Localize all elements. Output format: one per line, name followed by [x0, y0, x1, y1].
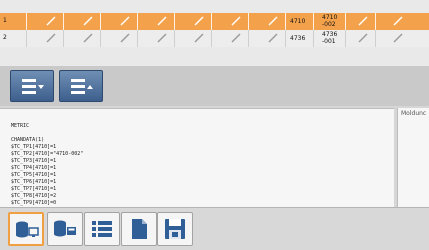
pencil-icon — [231, 16, 241, 26]
table-cell[interactable] — [27, 30, 64, 47]
side-panel: Moldunc — [397, 108, 429, 207]
table-cell[interactable] — [101, 30, 138, 47]
table-cell[interactable] — [175, 30, 212, 47]
table-cell[interactable] — [249, 13, 286, 30]
pencil-icon — [194, 16, 204, 26]
database-card-button[interactable] — [47, 212, 83, 246]
pencil-icon — [46, 16, 56, 26]
table-cell-value[interactable]: 4736 -001 — [314, 30, 346, 47]
table-cell[interactable] — [346, 30, 376, 47]
code-line: $TC_TP1[4710]=1 — [11, 144, 57, 150]
table-cell[interactable] — [64, 13, 101, 30]
row-index: 1 — [0, 13, 27, 30]
database-monitor-button[interactable] — [8, 212, 44, 246]
row-index: 2 — [0, 30, 27, 47]
pencil-icon — [268, 16, 278, 26]
table-cell[interactable] — [249, 30, 286, 47]
table-row[interactable]: 2 4736 4736 -001 — [0, 30, 429, 47]
pencil-icon — [231, 33, 241, 43]
list-dropdown-icon — [22, 79, 44, 94]
table-cell[interactable] — [138, 13, 175, 30]
pencil-icon — [46, 33, 56, 43]
code-line: CHANDATA(1) — [11, 137, 45, 143]
code-line: $TC_TP5[4710]=1 — [11, 172, 57, 178]
table-cell[interactable] — [376, 30, 410, 47]
pencil-icon — [358, 33, 368, 43]
save-button[interactable] — [157, 212, 193, 246]
pencil-icon — [157, 16, 167, 26]
save-disk-icon — [165, 219, 185, 239]
table-cell[interactable] — [64, 30, 101, 47]
document-icon — [132, 219, 147, 239]
code-line: $TC_TP3[4710]=1 — [11, 158, 57, 164]
pencil-icon — [393, 33, 403, 43]
code-line: $TC_TP8[4710]=2 — [11, 193, 57, 199]
pencil-icon — [358, 16, 368, 26]
table-cell[interactable] — [346, 13, 376, 30]
table-cell[interactable] — [101, 13, 138, 30]
list-sort-up-button[interactable] — [59, 70, 103, 102]
pencil-icon — [83, 16, 93, 26]
table-cell[interactable] — [27, 13, 64, 30]
pencil-icon — [268, 33, 278, 43]
pencil-icon — [83, 33, 93, 43]
pencil-icon — [120, 33, 130, 43]
code-line: $TC_TP4[4710]=1 — [11, 165, 57, 171]
document-button[interactable] — [121, 212, 157, 246]
table-cell[interactable] — [212, 30, 249, 47]
list-sort-up-icon — [71, 79, 93, 94]
code-line: $TC_TP9[4710]=0 — [11, 200, 57, 206]
program-text-panel[interactable]: METRIC CHANDATA(1) $TC_TP1[4710]=1 $TC_T… — [0, 108, 394, 208]
cell-text: -001 — [322, 38, 336, 45]
pencil-icon — [393, 16, 403, 26]
cell-text: 4736 — [322, 31, 338, 38]
cell-text: -002 — [322, 21, 336, 28]
pencil-icon — [120, 16, 130, 26]
table-cell-value[interactable]: 4710 -002 — [314, 13, 346, 30]
code-line: $TC_TP7[4710]=1 — [11, 186, 57, 192]
table-row[interactable]: 1 4710 4710 -002 — [0, 13, 429, 30]
table-cell-value[interactable]: 4736 — [286, 30, 314, 47]
list-dropdown-button[interactable] — [10, 70, 54, 102]
bottom-toolbar — [0, 207, 429, 250]
database-monitor-icon — [16, 221, 39, 238]
pencil-icon — [194, 33, 204, 43]
grid-toolbar — [0, 66, 429, 106]
table-cell[interactable] — [175, 13, 212, 30]
list-view-button[interactable] — [84, 212, 120, 246]
database-card-icon — [54, 220, 76, 237]
table-cell-value[interactable]: 4710 — [286, 13, 314, 30]
table-cell[interactable] — [212, 13, 249, 30]
list-icon — [92, 221, 112, 237]
code-line: $TC_TP6[4710]=1 — [11, 179, 57, 185]
cell-text: 4710 — [322, 14, 338, 21]
code-line: $TC_TP2[4710]="4710-002" — [11, 151, 84, 157]
table-cell[interactable] — [138, 30, 175, 47]
pencil-icon — [157, 33, 167, 43]
code-line: METRIC — [11, 123, 30, 129]
tool-data-grid: 1 4710 4710 -002 2 4736 4736 -001 — [0, 0, 429, 66]
table-cell[interactable] — [376, 13, 410, 30]
side-panel-title: Moldunc — [401, 110, 427, 117]
